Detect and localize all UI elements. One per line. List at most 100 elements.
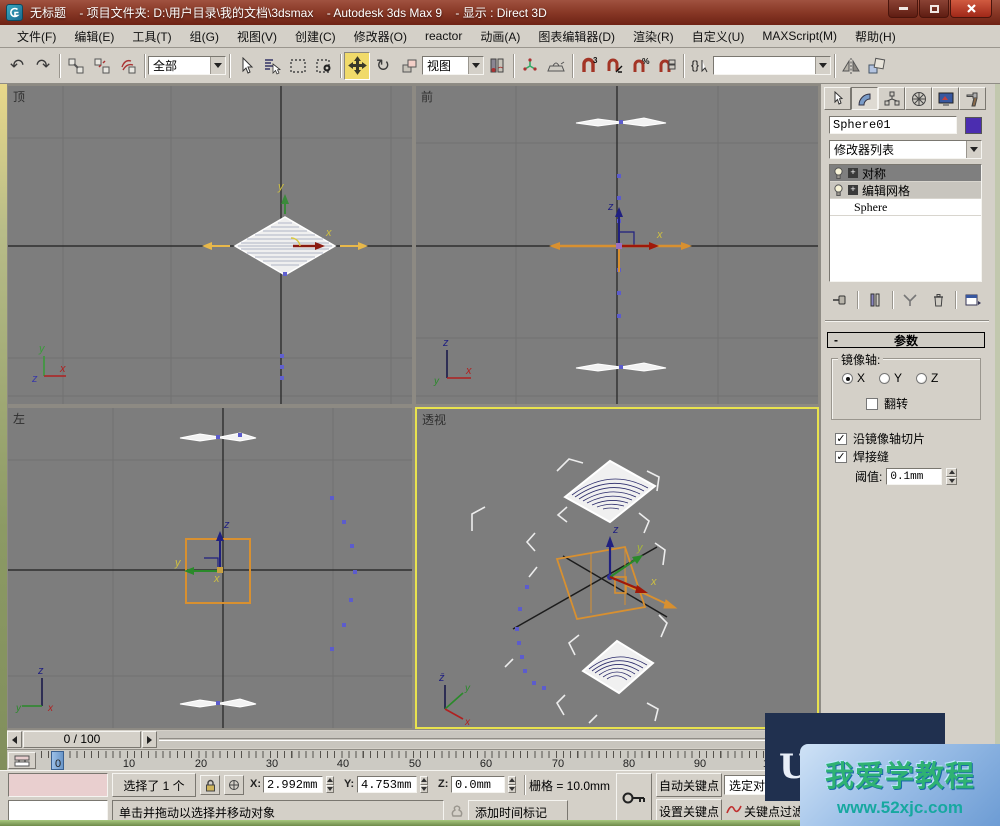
select-and-move-button[interactable] <box>344 52 370 80</box>
remove-modifier-button[interactable] <box>925 289 951 311</box>
menu-create[interactable]: 创建(C) <box>286 25 345 48</box>
viewport-left[interactable]: z y x z y x 左 <box>8 408 412 728</box>
mirror-plane-gizmo[interactable] <box>557 547 676 619</box>
viewport-top[interactable]: y x y z x 顶 <box>8 86 412 404</box>
menu-modifiers[interactable]: 修改器(O) <box>345 25 416 48</box>
close-button[interactable] <box>950 0 992 18</box>
sphere-edge-top[interactable] <box>576 118 666 126</box>
tab-hierarchy[interactable] <box>878 87 905 110</box>
sphere-disk-bottom[interactable] <box>583 641 653 693</box>
select-and-manipulate-button[interactable] <box>517 52 543 80</box>
flip-checkbox[interactable] <box>866 398 878 410</box>
menu-help[interactable]: 帮助(H) <box>846 25 905 48</box>
keyboard-override-button[interactable] <box>543 52 569 80</box>
maxscript-mini-listener-macro[interactable] <box>8 773 108 797</box>
time-slider-track[interactable] <box>159 738 815 741</box>
menu-maxscript[interactable]: MAXScript(M) <box>753 26 846 46</box>
selection-lock-toggle[interactable] <box>200 775 220 795</box>
make-unique-button[interactable] <box>897 289 923 311</box>
menu-customize[interactable]: 自定义(U) <box>683 25 754 48</box>
stack-item-sphere[interactable]: Sphere <box>830 199 981 216</box>
flip-checkbox-row[interactable]: 翻转 <box>866 395 908 412</box>
z-coordinate-field[interactable] <box>451 776 505 793</box>
modifier-list-dropdown[interactable]: 修改器列表 <box>829 140 982 159</box>
minimize-button[interactable] <box>888 0 918 18</box>
selection-filter-dropdown[interactable]: 全部 <box>148 56 226 75</box>
select-by-name-button[interactable] <box>259 52 285 80</box>
weld-checkbox-row[interactable]: ✓ 焊接缝 <box>835 448 889 465</box>
object-color-swatch[interactable] <box>965 117 982 134</box>
select-and-scale-button[interactable] <box>396 52 422 80</box>
tab-display[interactable] <box>932 87 959 110</box>
select-object-button[interactable] <box>233 52 259 80</box>
threshold-spinner[interactable] <box>946 468 957 485</box>
x-spinner[interactable] <box>324 776 335 793</box>
parameters-rollout-header[interactable]: - 参数 <box>827 332 985 348</box>
menu-edit[interactable]: 编辑(E) <box>65 25 123 48</box>
menu-views[interactable]: 视图(V) <box>228 25 286 48</box>
menu-rendering[interactable]: 渲染(R) <box>624 25 683 48</box>
pin-stack-button[interactable] <box>827 289 853 311</box>
z-spinner[interactable] <box>506 776 517 793</box>
slice-checkbox-row[interactable]: ✓ 沿镜像轴切片 <box>835 430 925 447</box>
named-selection-sets-button[interactable]: {} <box>687 52 713 80</box>
expand-icon[interactable]: + <box>848 185 858 195</box>
stack-item-edit-mesh[interactable]: + 编辑网格 <box>830 182 981 199</box>
y-coordinate-field[interactable] <box>357 776 417 793</box>
mirror-button[interactable] <box>838 52 864 80</box>
viewport-perspective-label[interactable]: 透视 <box>422 411 446 428</box>
expand-icon[interactable]: + <box>848 168 858 178</box>
menu-reactor[interactable]: reactor <box>416 26 471 46</box>
menu-group[interactable]: 组(G) <box>181 25 228 48</box>
tab-modify[interactable] <box>851 87 878 110</box>
redo-button[interactable]: ↷ <box>30 52 56 80</box>
modifier-on-bulb-icon[interactable] <box>833 167 844 180</box>
axis-x-radio[interactable]: X <box>842 371 865 385</box>
auto-key-button[interactable]: 自动关键点 <box>656 773 722 797</box>
sphere-edge-bottom[interactable] <box>180 699 256 707</box>
select-and-link-button[interactable] <box>63 52 89 80</box>
next-frame-button[interactable] <box>142 731 157 748</box>
bind-to-space-warp-button[interactable] <box>115 52 141 80</box>
tab-create[interactable] <box>824 87 851 110</box>
sphere-edge-top[interactable] <box>180 433 256 441</box>
slice-checkbox[interactable]: ✓ <box>835 433 847 445</box>
isolate-icon[interactable] <box>450 804 464 818</box>
reference-coordinate-dropdown[interactable]: 视图 <box>422 56 484 75</box>
modifier-on-bulb-icon[interactable] <box>833 184 844 197</box>
unlink-selection-button[interactable] <box>89 52 115 80</box>
maximize-button[interactable] <box>919 0 949 18</box>
weld-checkbox[interactable]: ✓ <box>835 451 847 463</box>
object-name-field[interactable] <box>829 116 957 134</box>
sphere-disk-top[interactable] <box>565 461 655 522</box>
menu-graph-editors[interactable]: 图表编辑器(D) <box>529 25 624 48</box>
spinner-snap-toggle-button[interactable] <box>654 52 680 80</box>
viewport-left-label[interactable]: 左 <box>13 410 25 427</box>
window-crossing-toggle[interactable] <box>311 52 337 80</box>
align-button[interactable] <box>864 52 890 80</box>
y-spinner[interactable] <box>418 776 429 793</box>
collapse-icon[interactable]: - <box>828 333 844 347</box>
show-end-result-button[interactable] <box>862 289 888 311</box>
absolute-offset-toggle[interactable] <box>224 775 244 795</box>
select-and-rotate-button[interactable]: ↻ <box>370 52 396 80</box>
sphere-edge-bottom[interactable] <box>576 363 666 371</box>
undo-button[interactable]: ↶ <box>4 52 30 80</box>
snaps-toggle-button[interactable]: 3 <box>576 52 602 80</box>
threshold-field[interactable] <box>886 468 942 485</box>
stack-item-symmetry[interactable]: + 对称 <box>830 165 981 182</box>
key-curve-icon[interactable] <box>726 802 742 816</box>
percent-snap-toggle-button[interactable]: % <box>628 52 654 80</box>
axis-z-radio[interactable]: Z <box>916 371 938 385</box>
named-selection-dropdown[interactable] <box>713 56 831 75</box>
viewport-front[interactable]: z x z y x 前 <box>416 86 818 404</box>
timeline-ruler[interactable]: 0 10 20 30 40 50 60 70 80 90 100 <box>41 750 817 771</box>
angle-snap-toggle-button[interactable] <box>602 52 628 80</box>
viewport-perspective[interactable]: z y x z̄ y x <box>417 409 817 727</box>
open-mini-listener-button[interactable] <box>8 752 36 769</box>
rectangular-selection-region-button[interactable] <box>285 52 311 80</box>
use-pivot-center-button[interactable] <box>484 52 510 80</box>
tab-motion[interactable] <box>905 87 932 110</box>
configure-modifier-sets-button[interactable] <box>960 289 986 311</box>
move-gizmo[interactable]: z x <box>549 201 692 272</box>
